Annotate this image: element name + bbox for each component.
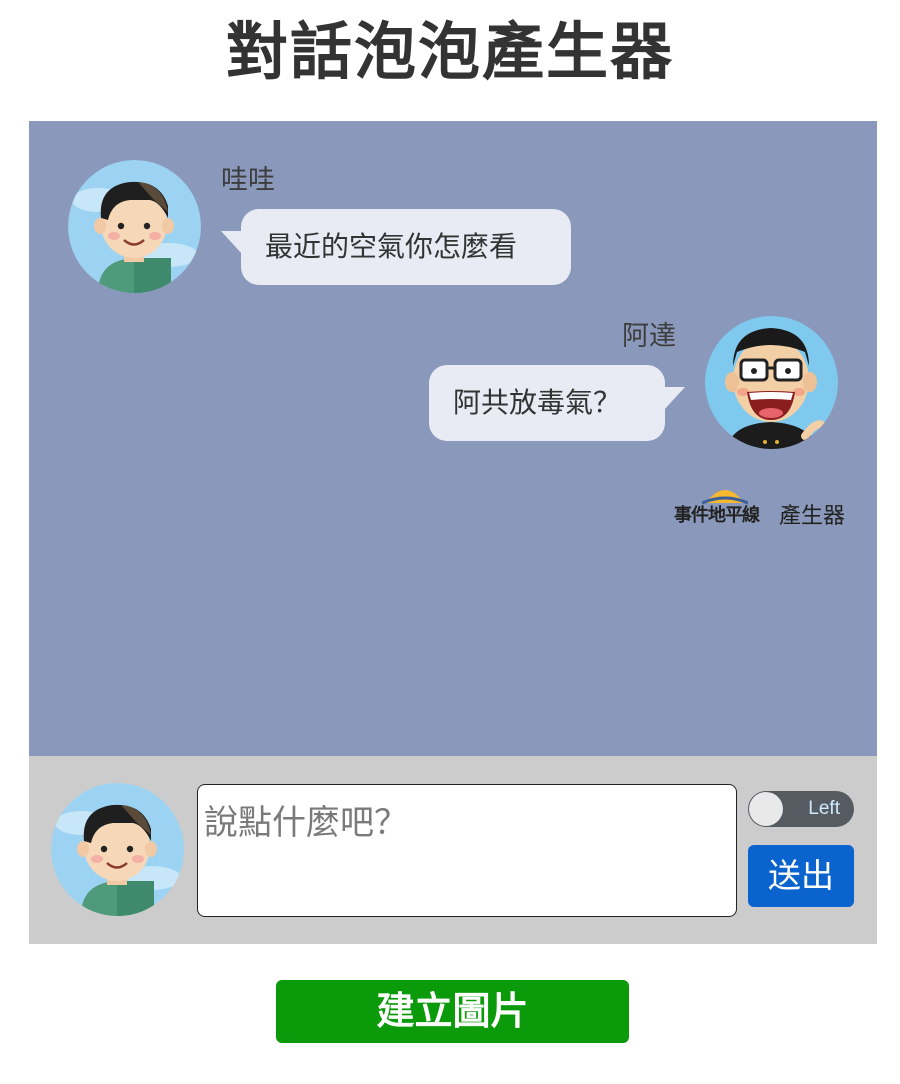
chat-preview: 哇哇 最近的空氣你怎麼看 阿達 阿共放毒氣？ 事件地平線 產生器 (29, 121, 877, 756)
build-image-button[interactable]: 建立圖片 (276, 980, 629, 1043)
message-bubble: 阿共放毒氣？ (429, 365, 685, 441)
watermark-suffix: 產生器 (779, 504, 846, 529)
speaker-name: 哇哇 (221, 165, 275, 196)
side-toggle[interactable]: Left (748, 791, 854, 827)
speaker-name: 阿達 (622, 321, 676, 352)
send-button[interactable]: 送出 (748, 845, 854, 907)
boy-avatar-icon (68, 160, 201, 293)
toggle-label: Left (808, 798, 840, 819)
boy-avatar-icon[interactable] (51, 783, 184, 916)
glasses-man-avatar-icon (705, 316, 838, 449)
watermark-brand: 事件地平線 (674, 505, 760, 526)
page-title: 對話泡泡產生器 (225, 15, 674, 88)
toggle-knob (749, 792, 783, 826)
message-input[interactable] (197, 784, 737, 917)
composer-bar: Left 送出 (29, 756, 877, 944)
watermark-logo: 事件地平線 產生器 (674, 481, 859, 529)
message-bubble: 最近的空氣你怎麼看 (221, 209, 571, 285)
